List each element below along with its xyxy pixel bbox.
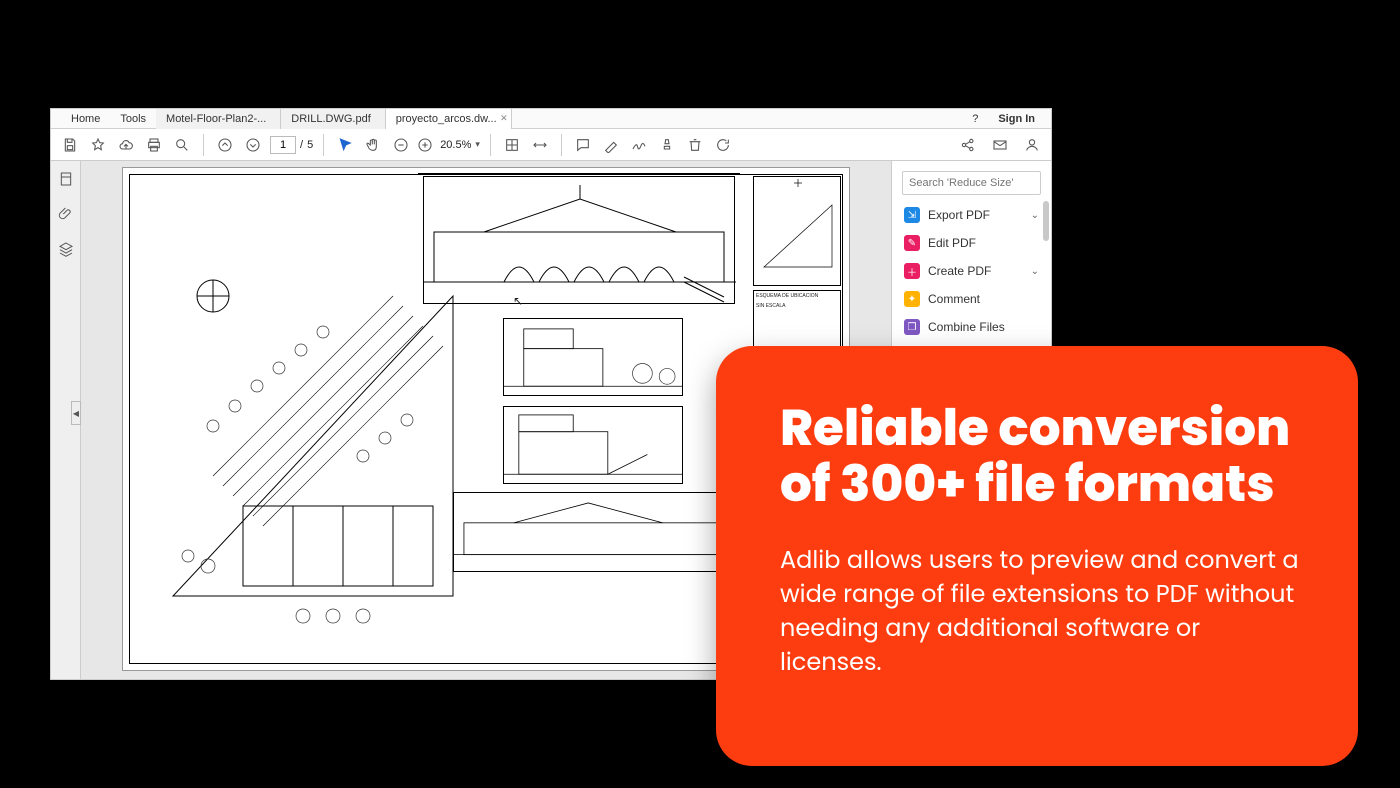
section-drawing — [503, 318, 683, 396]
save-icon[interactable] — [59, 134, 81, 156]
tool-label: Export PDF — [928, 208, 990, 222]
page-up-icon[interactable] — [214, 134, 236, 156]
attachments-icon[interactable] — [58, 206, 74, 227]
site-plan-drawing — [153, 256, 483, 636]
tool-edit-pdf[interactable]: ✎ Edit PDF — [892, 229, 1051, 257]
close-tab-icon[interactable]: ✕ — [500, 113, 508, 124]
scrollbar-thumb[interactable] — [1043, 201, 1049, 241]
document-tab-label: proyecto_arcos.dw... — [396, 113, 497, 125]
create-pdf-icon: ＋ — [904, 263, 920, 279]
tool-label: Create PDF — [928, 264, 991, 278]
tool-export-pdf[interactable]: ⇲ Export PDF ⌄ — [892, 201, 1051, 229]
rotate-icon[interactable] — [712, 134, 734, 156]
key-plan — [753, 176, 841, 286]
select-tool-icon[interactable] — [334, 134, 356, 156]
comment-tool-icon: ✦ — [904, 291, 920, 307]
zoom-in-icon[interactable] — [414, 134, 436, 156]
share-icon[interactable] — [957, 134, 979, 156]
tab-bar: Home Tools Motel-Floor-Plan2-... DRILL.D… — [51, 109, 1051, 129]
left-nav-rail: ◀ — [51, 161, 81, 679]
sign-in-link[interactable]: Sign In — [988, 113, 1045, 125]
tool-comment[interactable]: ✦ Comment — [892, 285, 1051, 313]
tool-label: Edit PDF — [928, 236, 976, 250]
document-tab-active[interactable]: proyecto_arcos.dw... ✕ — [386, 109, 512, 129]
page-down-icon[interactable] — [242, 134, 264, 156]
delete-icon[interactable] — [684, 134, 706, 156]
main-toolbar: / 5 20.5% ▾ — [51, 129, 1051, 161]
mail-icon[interactable] — [989, 134, 1011, 156]
sign-icon[interactable] — [628, 134, 650, 156]
export-pdf-icon: ⇲ — [904, 207, 920, 223]
stamp-icon[interactable] — [656, 134, 678, 156]
fit-width-icon[interactable] — [529, 134, 551, 156]
thumbnails-icon[interactable] — [58, 171, 74, 192]
find-icon[interactable] — [171, 134, 193, 156]
combine-files-icon: ❒ — [904, 319, 920, 335]
edit-pdf-icon: ✎ — [904, 235, 920, 251]
page-indicator: / 5 — [270, 136, 313, 154]
tool-label: Combine Files — [928, 320, 1005, 334]
promo-card: Reliable conversion of 300+ file formats… — [716, 346, 1358, 766]
cloud-upload-icon[interactable] — [115, 134, 137, 156]
print-icon[interactable] — [143, 134, 165, 156]
document-tab[interactable]: Motel-Floor-Plan2-... — [156, 109, 281, 129]
chevron-down-icon: ⌄ — [1031, 210, 1039, 221]
nav-tools[interactable]: Tools — [110, 113, 156, 125]
zoom-out-icon[interactable] — [390, 134, 412, 156]
promo-body: Adlib allows users to preview and conver… — [780, 544, 1302, 680]
mouse-cursor-icon: ↖ — [513, 294, 523, 308]
title-block-line: SIN ESCALA — [754, 301, 840, 311]
document-tab[interactable]: DRILL.DWG.pdf — [281, 109, 385, 129]
hand-tool-icon[interactable] — [362, 134, 384, 156]
section-drawing — [503, 406, 683, 484]
nav-home[interactable]: Home — [61, 113, 110, 125]
page-current-input[interactable] — [270, 136, 296, 154]
tool-combine-files[interactable]: ❒ Combine Files — [892, 313, 1051, 341]
account-icon[interactable] — [1021, 134, 1043, 156]
chevron-down-icon: ⌄ — [1031, 266, 1039, 277]
zoom-value[interactable]: 20.5% — [438, 139, 473, 151]
tool-create-pdf[interactable]: ＋ Create PDF ⌄ — [892, 257, 1051, 285]
comment-icon[interactable] — [572, 134, 594, 156]
layers-icon[interactable] — [58, 241, 74, 262]
tools-search-input[interactable] — [902, 171, 1041, 195]
fit-page-icon[interactable] — [501, 134, 523, 156]
highlight-icon[interactable] — [600, 134, 622, 156]
tool-label: Comment — [928, 292, 980, 306]
title-block-line: ESQUEMA DE UBICACION — [754, 291, 840, 301]
chevron-down-icon[interactable]: ▾ — [475, 139, 480, 150]
page-total: 5 — [307, 139, 313, 151]
rail-toggle-icon[interactable]: ◀ — [71, 401, 81, 425]
promo-heading: Reliable conversion of 300+ file formats — [780, 400, 1302, 512]
star-icon[interactable] — [87, 134, 109, 156]
page-sep: / — [300, 139, 303, 151]
help-icon[interactable]: ? — [962, 113, 988, 125]
